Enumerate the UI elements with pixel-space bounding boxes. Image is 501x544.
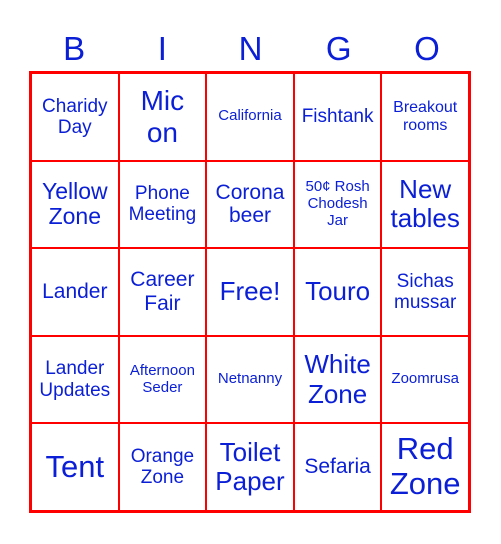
bingo-cell[interactable]: Zoomrusa	[381, 335, 469, 424]
bingo-cell[interactable]: Red Zone	[381, 423, 469, 511]
bingo-cell[interactable]: Phone Meeting	[118, 160, 207, 249]
bingo-cell[interactable]: New tables	[381, 160, 469, 249]
bingo-cell[interactable]: Afternoon Seder	[118, 335, 207, 424]
header-letter-n: N	[238, 30, 263, 67]
bingo-cell[interactable]: Netnanny	[206, 335, 294, 424]
bingo-cell[interactable]: Yellow Zone	[31, 160, 119, 249]
bingo-cell[interactable]: Charidy Day	[31, 73, 119, 161]
bingo-cell[interactable]: Breakout rooms	[381, 73, 469, 161]
bingo-cell[interactable]: Touro	[293, 248, 382, 336]
bingo-cell[interactable]: Mic on	[118, 73, 207, 161]
bingo-cell[interactable]: Lander Updates	[31, 335, 119, 424]
free-space-cell[interactable]: Free!	[206, 248, 294, 336]
bingo-cell[interactable]: White Zone	[293, 335, 382, 424]
header-letter-i: I	[157, 30, 167, 67]
bingo-cell[interactable]: California	[206, 73, 294, 161]
header-letter-o: O	[414, 30, 440, 67]
bingo-cell[interactable]: Toilet Paper	[206, 423, 294, 511]
bingo-cell[interactable]: Orange Zone	[118, 423, 207, 511]
bingo-cell[interactable]: Sefaria	[293, 423, 382, 511]
bingo-cell[interactable]: 50¢ Rosh Chodesh Jar	[293, 160, 382, 249]
bingo-cell[interactable]: Career Fair	[118, 248, 207, 336]
bingo-cell[interactable]: Tent	[31, 423, 119, 511]
header-letter-b: B	[63, 30, 86, 67]
bingo-cell[interactable]: Corona beer	[206, 160, 294, 249]
bingo-card: Charidy Day Mic on California Fishtank B…	[29, 71, 471, 513]
bingo-cell[interactable]: Sichas mussar	[381, 248, 469, 336]
bingo-cell[interactable]: Lander	[31, 248, 119, 336]
bingo-cell[interactable]: Fishtank	[293, 73, 382, 161]
header-letter-g: G	[325, 30, 352, 67]
bingo-header: B I N G O	[30, 28, 471, 70]
